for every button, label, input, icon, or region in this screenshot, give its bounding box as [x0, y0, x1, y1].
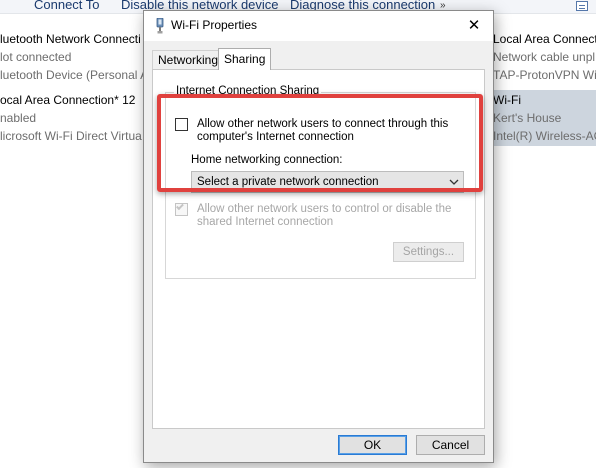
close-icon: ✕ — [467, 17, 481, 34]
connection-name: Local Area Connection — [493, 32, 596, 46]
network-adapter-icon — [156, 18, 164, 34]
connection-name: ocal Area Connection* 12 — [0, 93, 136, 107]
dialog-title: Wi-Fi Properties — [171, 18, 258, 32]
connection-name: luetooth Network Connecti — [0, 32, 141, 46]
connection-item-wifi[interactable]: Wi-Fi Kert's House Intel(R) Wireless-AC — [493, 91, 596, 145]
cancel-button[interactable]: Cancel — [416, 435, 485, 455]
checkmark-icon — [176, 202, 184, 211]
allow-control-label-line1: Allow other network users to control or … — [197, 203, 452, 215]
connection-item-local-area-12[interactable]: ocal Area Connection* 12 nabled licrosof… — [0, 91, 144, 145]
connection-item-local-area[interactable]: Local Area Connection Network cable unpl… — [493, 30, 596, 84]
allow-control-label-line2: shared Internet connection — [197, 216, 334, 228]
connection-device: luetooth Device (Personal A — [0, 68, 144, 82]
tab-sharing[interactable]: Sharing — [218, 48, 272, 70]
ok-button[interactable]: OK — [338, 435, 407, 455]
connection-device: licrosoft Wi-Fi Direct Virtua — [0, 129, 142, 143]
change-view-icon[interactable] — [576, 1, 588, 11]
connection-device: Intel(R) Wireless-AC — [493, 129, 596, 143]
close-button[interactable]: ✕ — [461, 14, 487, 38]
connection-item-bluetooth[interactable]: luetooth Network Connecti lot connected … — [0, 30, 144, 84]
connection-status: nabled — [0, 111, 37, 125]
connection-device: TAP-ProtonVPN Wi — [493, 68, 596, 82]
wifi-properties-dialog: Wi-Fi Properties ✕ Networking Sharing In… — [143, 10, 494, 463]
connection-name: Wi-Fi — [493, 93, 521, 107]
highlight-annotation-box — [157, 94, 483, 192]
connection-status: Kert's House — [493, 111, 562, 125]
settings-button: Settings... — [393, 242, 464, 262]
connect-to-button[interactable]: Connect To — [34, 0, 100, 12]
dialog-titlebar[interactable]: Wi-Fi Properties ✕ — [144, 11, 493, 41]
allow-control-checkbox — [175, 202, 188, 216]
connection-status: lot connected — [0, 50, 72, 64]
tab-networking[interactable]: Networking — [152, 50, 225, 69]
allow-control-label: Allow other network users to control or … — [197, 203, 467, 229]
connection-status: Network cable unpl — [493, 50, 596, 64]
